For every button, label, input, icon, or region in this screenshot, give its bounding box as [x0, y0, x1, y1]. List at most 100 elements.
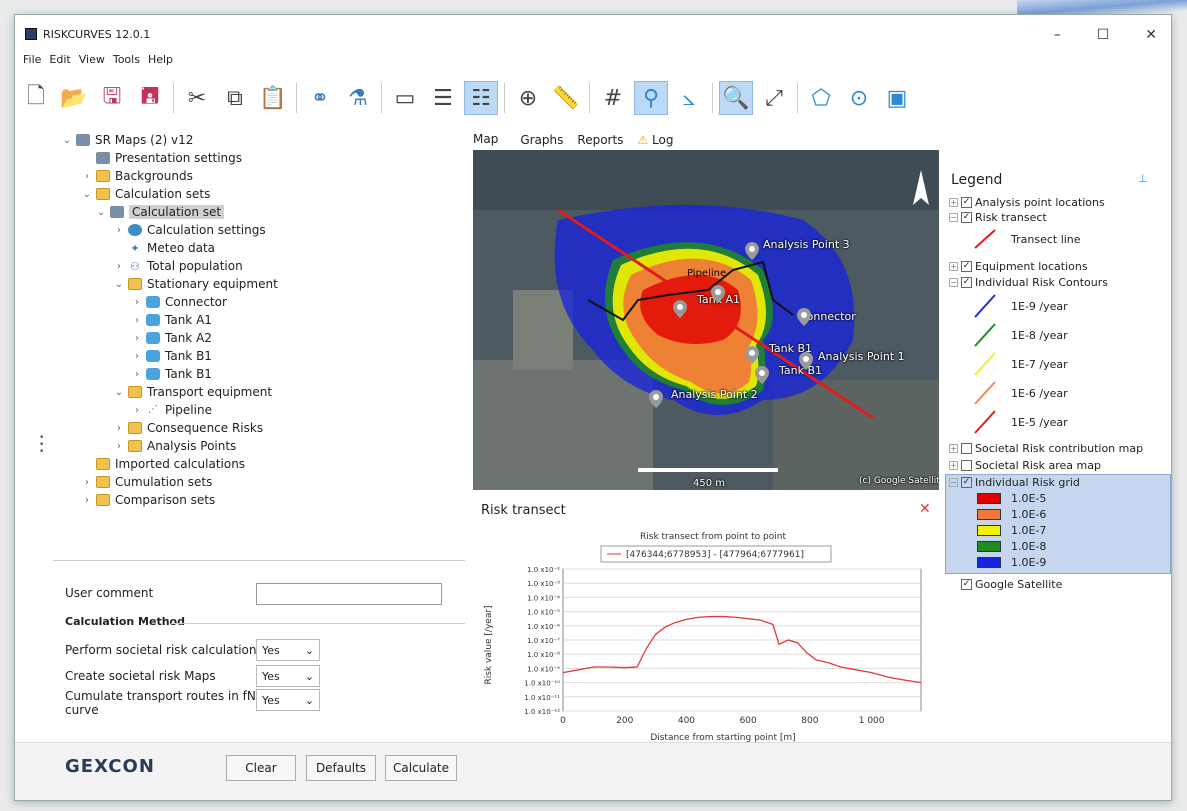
chevron-right-icon[interactable]: ›	[113, 225, 125, 236]
tree-item-tank-a1[interactable]: › Tank A1	[131, 311, 212, 329]
tree-item-pipeline[interactable]: › ⋰ Pipeline	[131, 401, 212, 419]
flask-icon[interactable]: ⚗	[341, 81, 375, 115]
collapse-icon[interactable]: −	[949, 278, 958, 287]
defaults-button[interactable]: Defaults	[306, 755, 376, 781]
checkbox-unchecked[interactable]	[961, 460, 972, 471]
tree-item-tank-b1[interactable]: › Tank B1	[131, 347, 212, 365]
tree-item-total-population[interactable]: › ⚇ Total population	[113, 257, 243, 275]
tree-item-connector[interactable]: › Connector	[131, 293, 227, 311]
tab-log[interactable]: ⚠ Log	[637, 133, 673, 147]
menu-file[interactable]: File	[23, 53, 41, 71]
menu-view[interactable]: View	[79, 53, 105, 71]
checkbox-checked[interactable]: ✓	[961, 212, 972, 223]
map-marker-icon[interactable]	[649, 390, 663, 408]
legend-individual-risk-contours[interactable]: − ✓ Individual Risk Contours	[949, 276, 1108, 289]
checkbox-checked[interactable]: ✓	[961, 277, 972, 288]
chevron-right-icon[interactable]: ›	[113, 423, 125, 434]
chevron-right-icon[interactable]: ›	[81, 495, 93, 506]
new-file-icon[interactable]: 🗋	[19, 81, 53, 115]
checkbox-checked[interactable]: ✓	[961, 579, 972, 590]
expand-icon[interactable]: +	[949, 461, 958, 470]
clear-button[interactable]: Clear	[226, 755, 296, 781]
chevron-right-icon[interactable]: ›	[113, 261, 125, 272]
tab-reports[interactable]: Reports	[577, 133, 623, 147]
report-icon[interactable]: ☷	[464, 81, 498, 115]
societal-maps-select[interactable]: Yes ⌄	[256, 665, 320, 687]
map-marker-icon[interactable]	[745, 242, 759, 260]
chevron-right-icon[interactable]: ›	[113, 441, 125, 452]
tree-item-transport-equipment[interactable]: ⌄ Transport equipment	[113, 383, 272, 401]
paste-icon[interactable]: 📋	[256, 81, 290, 115]
tree-item-tank-b1[interactable]: › Tank B1	[131, 365, 212, 383]
collapse-icon[interactable]: −	[949, 478, 958, 487]
chevron-right-icon[interactable]: ›	[131, 405, 143, 416]
chevron-right-icon[interactable]: ›	[131, 333, 143, 344]
close-icon[interactable]: ✕	[919, 501, 931, 517]
checkbox-checked[interactable]: ✓	[961, 477, 972, 488]
save-icon[interactable]: 🖫	[95, 81, 129, 115]
legend-google-satellite[interactable]: ✓ Google Satellite	[961, 578, 1062, 591]
chevron-right-icon[interactable]: ›	[131, 351, 143, 362]
rectangle-icon[interactable]: ▣	[880, 81, 914, 115]
menu-tools[interactable]: Tools	[113, 53, 140, 71]
legend-risk-transect[interactable]: − ✓ Risk transect	[949, 211, 1047, 224]
ruler-icon[interactable]: 📏	[549, 81, 583, 115]
tree-item-meteo-data[interactable]: ✦ Meteo data	[113, 239, 215, 257]
chevron-down-icon[interactable]: ⌄	[113, 387, 125, 398]
user-comment-input[interactable]	[256, 583, 442, 605]
map-marker-icon[interactable]	[755, 366, 769, 384]
chevron-right-icon[interactable]: ›	[131, 369, 143, 380]
tree-item-comparison-sets[interactable]: › Comparison sets	[81, 491, 215, 509]
menu-edit[interactable]: Edit	[49, 53, 70, 71]
open-folder-icon[interactable]: 📂	[57, 81, 91, 115]
tree-root[interactable]: ⌄ SR Maps (2) v12	[61, 131, 194, 149]
tree-item-calculation-set[interactable]: ⌄ Calculation set	[95, 203, 225, 221]
map-marker-icon[interactable]	[711, 285, 725, 303]
window-icon[interactable]: ▭	[388, 81, 422, 115]
copy-icon[interactable]: ⧉	[218, 81, 252, 115]
crosshair-icon[interactable]: ⊕	[511, 81, 545, 115]
legend-societal-area[interactable]: + Societal Risk area map	[949, 459, 1101, 472]
map-marker-icon[interactable]	[799, 352, 813, 370]
maximize-button[interactable]: ☐	[1097, 27, 1110, 43]
chevron-right-icon[interactable]: ›	[81, 171, 93, 182]
tree-item-backgrounds[interactable]: › Backgrounds	[81, 167, 193, 185]
tab-graphs[interactable]: Graphs	[520, 133, 563, 147]
map-marker-icon[interactable]	[745, 346, 759, 364]
minimize-button[interactable]: –	[1054, 27, 1061, 43]
checkbox-unchecked[interactable]	[961, 443, 972, 454]
panel-icon[interactable]: ☰	[426, 81, 460, 115]
checkbox-checked[interactable]: ✓	[961, 197, 972, 208]
expand-icon[interactable]: +	[949, 198, 958, 207]
circle-icon[interactable]: ⊙	[842, 81, 876, 115]
save-as-icon[interactable]: 🖪	[133, 81, 167, 115]
close-button[interactable]: ✕	[1145, 27, 1157, 43]
chevron-right-icon[interactable]: ›	[81, 477, 93, 488]
chevron-down-icon[interactable]: ⌄	[95, 207, 107, 218]
pin-icon[interactable]: ⊥	[1138, 172, 1148, 185]
network-icon[interactable]: ⚭	[303, 81, 337, 115]
graph-icon[interactable]: ⦣	[672, 81, 706, 115]
menu-help[interactable]: Help	[148, 53, 173, 71]
tree-item-presentation-settings[interactable]: Presentation settings	[81, 149, 242, 167]
expand-icon[interactable]: +	[949, 262, 958, 271]
legend-individual-risk-grid[interactable]: − ✓ Individual Risk grid	[949, 476, 1080, 489]
zoom-icon[interactable]: 🔍	[719, 81, 753, 115]
tab-map[interactable]: Map	[473, 132, 499, 148]
map-marker-icon[interactable]	[797, 308, 811, 326]
legend-societal-contribution[interactable]: + Societal Risk contribution map	[949, 442, 1143, 455]
tree-item-stationary-equipment[interactable]: ⌄ Stationary equipment	[113, 275, 278, 293]
collapse-icon[interactable]: −	[949, 213, 958, 222]
chevron-down-icon[interactable]: ⌄	[113, 279, 125, 290]
tree-item-imported-calculations[interactable]: Imported calculations	[81, 455, 245, 473]
map-view[interactable]: Analysis Point 3 Pipeline Tank A1 Connec…	[473, 150, 939, 490]
splitter-handle[interactable]: • • •	[39, 434, 44, 457]
tree-item-consequence-risks[interactable]: › Consequence Risks	[113, 419, 263, 437]
societal-risk-select[interactable]: Yes ⌄	[256, 639, 320, 661]
chevron-right-icon[interactable]: ›	[131, 315, 143, 326]
map-marker-icon[interactable]	[673, 300, 687, 318]
legend-equipment-locations[interactable]: + ✓ Equipment locations	[949, 260, 1088, 273]
calculate-button[interactable]: Calculate	[385, 755, 457, 781]
legend-analysis-points[interactable]: + ✓ Analysis point locations	[949, 196, 1105, 209]
tree-item-calculation-sets[interactable]: ⌄ Calculation sets	[81, 185, 211, 203]
